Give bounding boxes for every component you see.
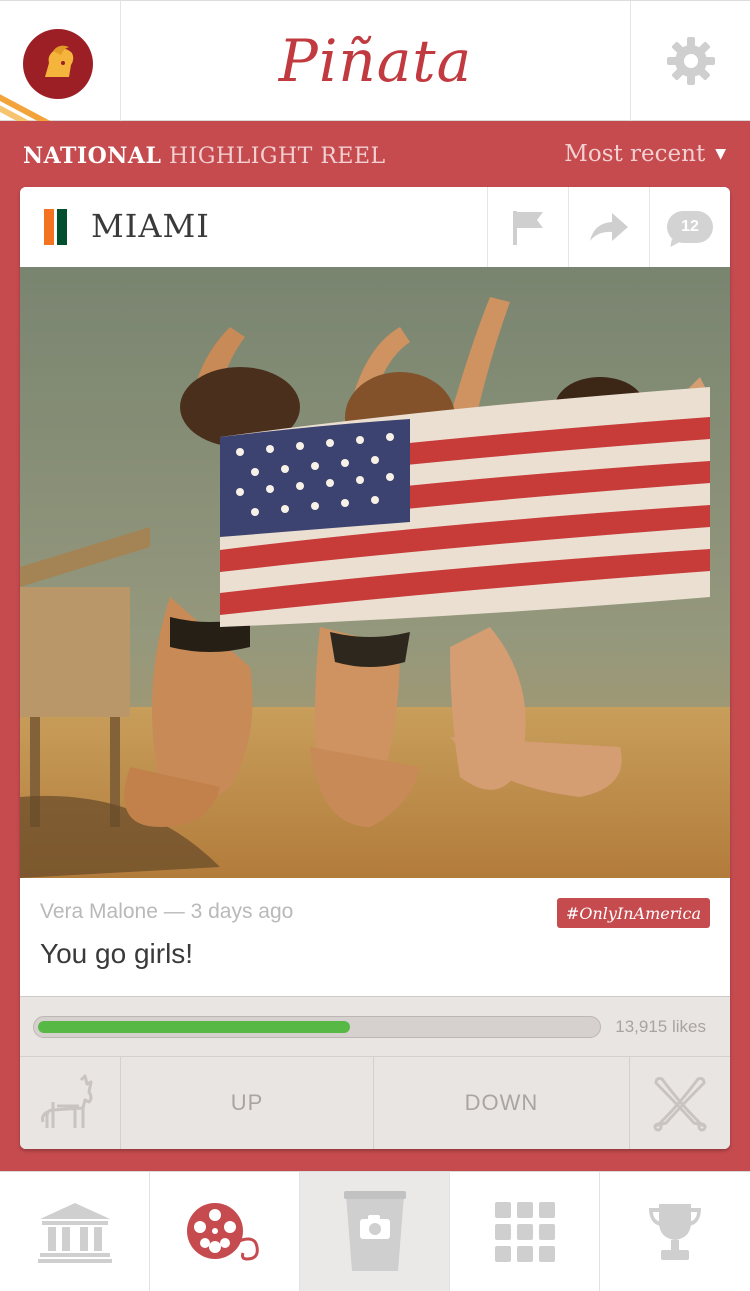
school-colors-flag — [44, 209, 80, 245]
reel-title-light: HIGHLIGHT REEL — [168, 144, 386, 169]
bat-button[interactable] — [629, 1057, 730, 1149]
post-image — [20, 267, 730, 878]
app-title: Piñata — [121, 1, 630, 121]
tab-highlight-reel[interactable] — [150, 1172, 300, 1291]
app-header: Piñata — [0, 0, 750, 121]
film-reel-icon — [186, 1202, 259, 1261]
pinata-button[interactable] — [20, 1057, 121, 1149]
likes-progress-fill — [38, 1021, 350, 1033]
grid-icon — [494, 1201, 555, 1262]
author-line: Vera Malone — 3 days ago — [40, 900, 294, 923]
pinata-donkey-icon — [41, 1074, 93, 1128]
tab-campus[interactable] — [0, 1172, 150, 1291]
stadium-columns-icon — [37, 1202, 112, 1263]
team-logo-button[interactable] — [0, 1, 121, 121]
comment-bubble-icon: 12 — [667, 211, 713, 243]
feed-area: NATIONAL HIGHLIGHT REEL Most recent ▼ MI… — [0, 121, 750, 1171]
bottom-tab-bar — [0, 1171, 750, 1291]
tab-grid[interactable] — [450, 1172, 600, 1291]
comments-button[interactable]: 12 — [649, 187, 730, 267]
sort-label: Most recent — [564, 141, 706, 167]
comment-count: 12 — [681, 218, 699, 235]
vote-row: UP DOWN — [20, 1056, 730, 1149]
sort-dropdown[interactable]: Most recent ▼ — [564, 141, 726, 167]
likes-count: 13,915 likes — [615, 1017, 706, 1036]
report-button[interactable] — [487, 187, 568, 267]
share-arrow-icon — [590, 213, 628, 241]
post-photo[interactable] — [20, 267, 730, 878]
flag-icon — [513, 211, 543, 245]
app-title-text: Piñata — [278, 27, 473, 95]
vote-up-button[interactable]: UP — [121, 1057, 374, 1149]
post-card-header: MIAMI 12 — [20, 187, 730, 267]
school-name: MIAMI — [91, 207, 210, 245]
likes-progress-track — [33, 1016, 601, 1038]
reel-title-bold: NATIONAL — [23, 143, 162, 169]
caret-down-icon: ▼ — [715, 146, 726, 162]
vote-down-button[interactable]: DOWN — [375, 1057, 628, 1149]
post-caption: You go girls! — [40, 938, 194, 969]
reel-bar: NATIONAL HIGHLIGHT REEL Most recent ▼ — [0, 121, 750, 187]
usc-trojan-logo — [23, 29, 93, 99]
reel-title: NATIONAL HIGHLIGHT REEL — [23, 143, 386, 169]
likes-meter: 13,915 likes — [20, 996, 730, 1056]
tab-trophy[interactable] — [600, 1172, 750, 1291]
crossed-bats-icon — [653, 1077, 707, 1132]
trophy-icon — [649, 1203, 701, 1260]
share-button[interactable] — [568, 187, 649, 267]
gear-icon — [666, 37, 715, 85]
hashtag-badge[interactable]: #OnlyInAmerica — [556, 898, 710, 928]
post-meta: Vera Malone — 3 days ago #OnlyInAmerica … — [20, 878, 730, 996]
settings-button[interactable] — [630, 1, 750, 121]
tab-camera[interactable] — [300, 1172, 450, 1291]
post-card: MIAMI 12 Vera Malone — 3 days ago #OnlyI… — [20, 187, 730, 1149]
cup-camera-icon — [343, 1190, 406, 1271]
